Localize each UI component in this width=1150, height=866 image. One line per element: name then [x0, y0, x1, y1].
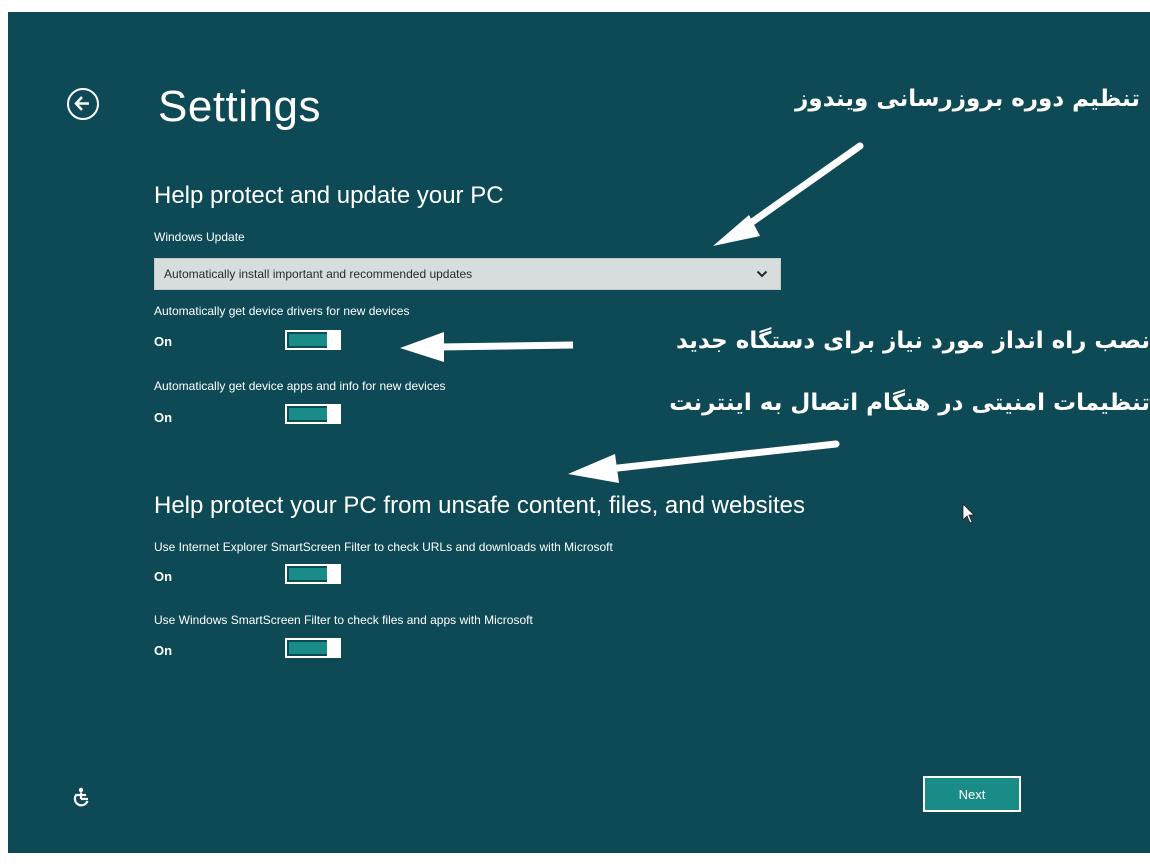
ease-of-access-icon[interactable] — [70, 786, 92, 808]
mouse-cursor-icon — [962, 503, 975, 524]
arrow-to-drivers-toggle — [400, 332, 574, 362]
settings-screen: Settings Help protect and update your PC… — [8, 12, 1150, 853]
annotation-arrows — [400, 142, 975, 524]
arrow-to-update-dropdown — [713, 142, 864, 246]
next-button[interactable]: Next — [923, 776, 1021, 812]
arrow-to-protect-section — [568, 440, 840, 483]
